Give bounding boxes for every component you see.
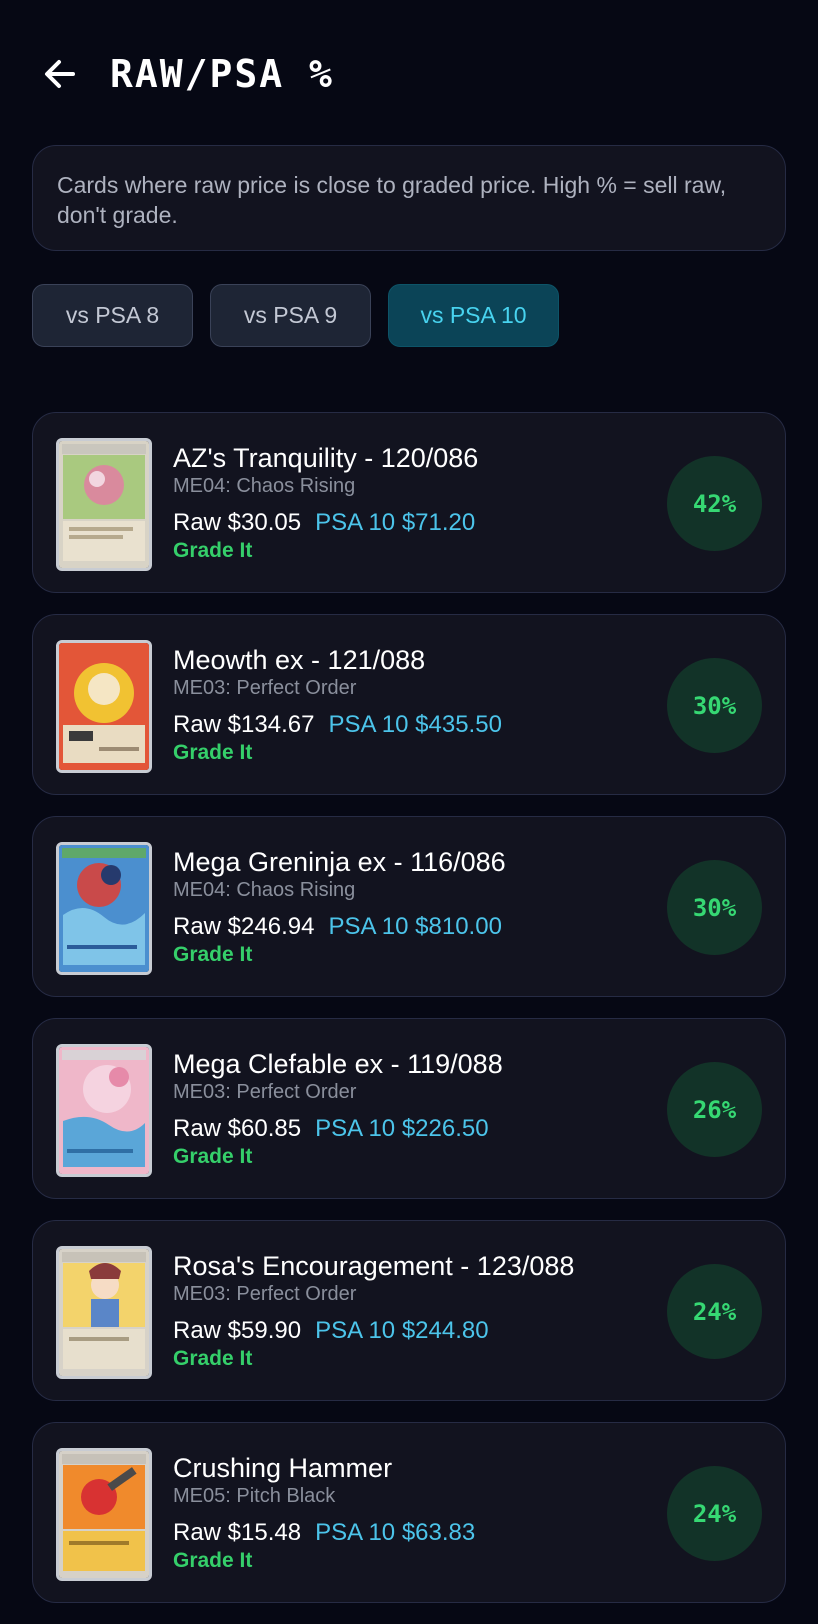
card-name: Crushing Hammer [173, 1453, 393, 1483]
raw-price: Raw $15.48 [173, 1519, 302, 1546]
card-list-item[interactable]: Crushing Hammer ME05: Pitch Black Raw $1… [32, 1422, 786, 1603]
percent-badge: 42% [667, 456, 762, 551]
card-name: Mega Clefable ex - 119/088 [173, 1049, 503, 1079]
card-image [56, 438, 152, 571]
back-button[interactable] [40, 54, 80, 94]
card-image [56, 1044, 152, 1177]
arrow-left-icon [45, 60, 75, 88]
card-name: Mega Greninja ex - 116/086 [173, 847, 506, 877]
raw-price: Raw $30.05 [173, 509, 302, 536]
tab-vs-psa-9[interactable]: vs PSA 9 [210, 284, 371, 347]
card-info: Mega Clefable ex - 119/088 ME03: Perfect… [173, 1047, 503, 1169]
psa-price: PSA 10 $71.20 [315, 509, 476, 536]
grade-it-link[interactable]: Grade It [173, 1549, 475, 1573]
card-list-item[interactable]: Mega Clefable ex - 119/088 ME03: Perfect… [32, 1018, 786, 1199]
psa-price: PSA 10 $63.83 [315, 1519, 476, 1546]
card-list: AZ's Tranquility - 120/086 ME04: Chaos R… [32, 412, 786, 1624]
card-image [56, 1246, 152, 1379]
card-list-item[interactable]: AZ's Tranquility - 120/086 ME04: Chaos R… [32, 412, 786, 593]
raw-price: Raw $134.67 [173, 711, 315, 738]
card-info: Rosa's Encouragement - 123/088 ME03: Per… [173, 1249, 574, 1371]
card-set: ME03: Perfect Order [173, 677, 357, 699]
card-prices: Raw $30.05 PSA 10 $71.20 [173, 507, 478, 539]
percent-badge: 30% [667, 860, 762, 955]
psa-price: PSA 10 $226.50 [315, 1115, 489, 1142]
tab-vs-psa-8[interactable]: vs PSA 8 [32, 284, 193, 347]
card-info: Crushing Hammer ME05: Pitch Black Raw $1… [173, 1451, 475, 1573]
card-prices: Raw $134.67 PSA 10 $435.50 [173, 709, 502, 741]
tab-vs-psa-10[interactable]: vs PSA 10 [388, 284, 559, 347]
psa-price: PSA 10 $244.80 [315, 1317, 489, 1344]
card-set: ME03: Perfect Order [173, 1081, 357, 1103]
card-list-item[interactable]: Mega Greninja ex - 116/086 ME04: Chaos R… [32, 816, 786, 997]
raw-price: Raw $246.94 [173, 913, 315, 940]
raw-price: Raw $60.85 [173, 1115, 302, 1142]
card-set: ME04: Chaos Rising [173, 879, 356, 901]
card-image [56, 640, 152, 773]
card-prices: Raw $15.48 PSA 10 $63.83 [173, 1517, 475, 1549]
card-prices: Raw $60.85 PSA 10 $226.50 [173, 1113, 503, 1145]
card-list-item[interactable]: Rosa's Encouragement - 123/088 ME03: Per… [32, 1220, 786, 1401]
card-list-item[interactable]: Meowth ex - 121/088 ME03: Perfect Order … [32, 614, 786, 795]
card-name: Rosa's Encouragement - 123/088 [173, 1251, 575, 1281]
card-image [56, 842, 152, 975]
card-set: ME03: Perfect Order [173, 1283, 357, 1305]
card-info: AZ's Tranquility - 120/086 ME04: Chaos R… [173, 441, 478, 563]
description-panel: Cards where raw price is close to graded… [32, 145, 786, 251]
page-title: RAW/PSA % [110, 52, 334, 96]
card-name: AZ's Tranquility - 120/086 [173, 443, 479, 473]
card-prices: Raw $246.94 PSA 10 $810.00 [173, 911, 506, 943]
card-set: ME04: Chaos Rising [173, 475, 356, 497]
card-info: Meowth ex - 121/088 ME03: Perfect Order … [173, 643, 502, 765]
percent-badge: 24% [667, 1466, 762, 1561]
grade-it-link[interactable]: Grade It [173, 943, 506, 967]
grade-it-link[interactable]: Grade It [173, 539, 478, 563]
psa-grade-tabs: vs PSA 8 vs PSA 9 vs PSA 10 [32, 284, 576, 347]
grade-it-link[interactable]: Grade It [173, 1347, 574, 1371]
header: RAW/PSA % [45, 52, 334, 96]
percent-badge: 26% [667, 1062, 762, 1157]
card-prices: Raw $59.90 PSA 10 $244.80 [173, 1315, 574, 1347]
card-info: Mega Greninja ex - 116/086 ME04: Chaos R… [173, 845, 506, 967]
raw-price: Raw $59.90 [173, 1317, 302, 1344]
grade-it-link[interactable]: Grade It [173, 1145, 503, 1169]
percent-badge: 30% [667, 658, 762, 753]
percent-badge: 24% [667, 1264, 762, 1359]
grade-it-link[interactable]: Grade It [173, 741, 502, 765]
card-set: ME05: Pitch Black [173, 1485, 336, 1507]
psa-price: PSA 10 $810.00 [328, 913, 502, 940]
psa-price: PSA 10 $435.50 [328, 711, 502, 738]
card-name: Meowth ex - 121/088 [173, 645, 426, 675]
card-image [56, 1448, 152, 1581]
